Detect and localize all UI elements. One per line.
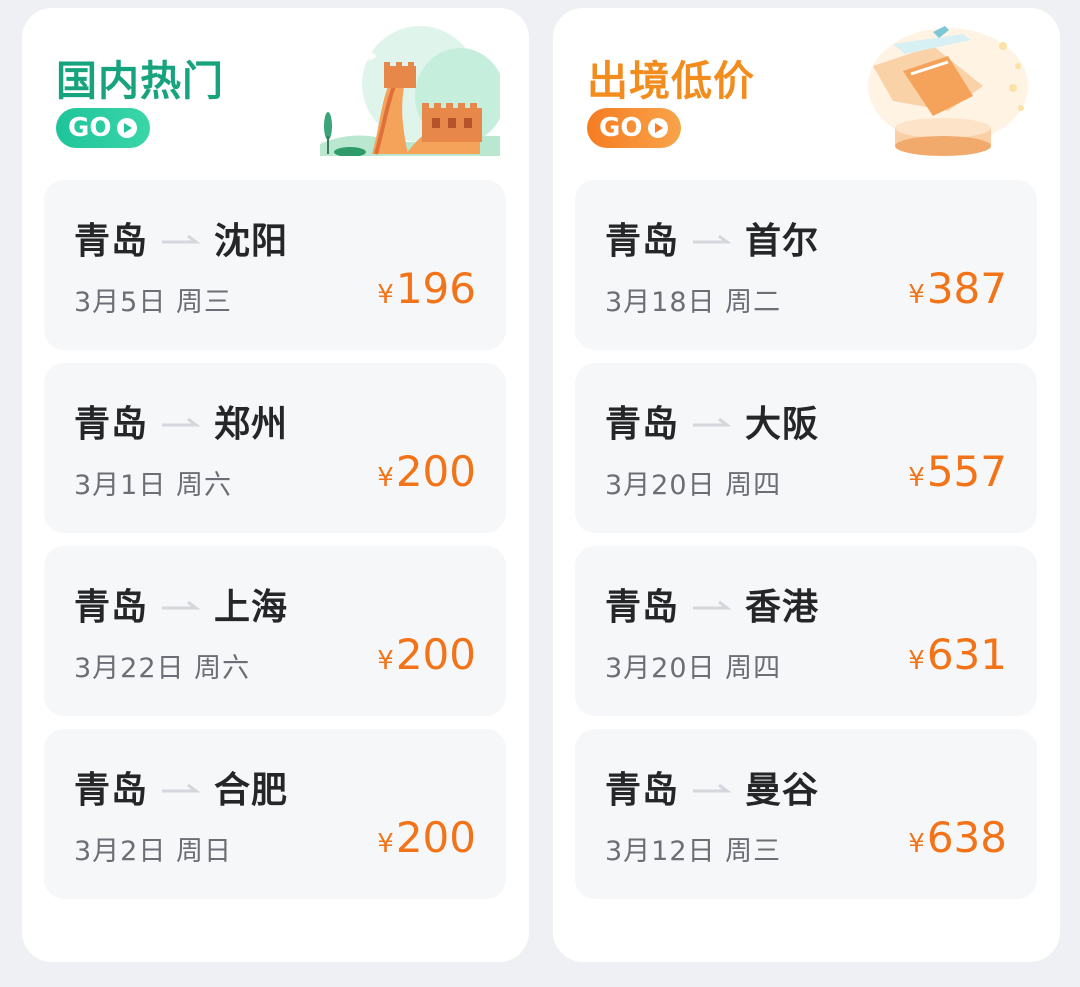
route-title: 青岛 首尔 — [605, 214, 819, 262]
route-title: 青岛 香港 — [605, 580, 819, 628]
go-button-label: GO — [599, 113, 643, 143]
price-amount: 631 — [926, 630, 1007, 679]
currency-symbol: ¥ — [377, 463, 394, 493]
departure-date: 3月20日 周四 — [605, 653, 782, 684]
price: ¥ 631 — [908, 630, 1007, 679]
origin-city: 青岛 — [605, 221, 680, 262]
price-amount: 557 — [926, 447, 1007, 496]
price: ¥ 200 — [377, 447, 476, 496]
route-card[interactable]: 青岛 大阪 3月20日 周四 ¥ 557 — [575, 363, 1037, 533]
origin-city: 青岛 — [74, 404, 149, 445]
currency-symbol: ¥ — [377, 829, 394, 859]
panel-title: 出境低价 — [587, 57, 755, 105]
arrow-right-icon — [693, 600, 732, 610]
currency-symbol: ¥ — [908, 646, 925, 676]
arrow-right-icon — [693, 417, 732, 427]
arrow-right-icon — [162, 783, 201, 793]
departure-date: 3月2日 周日 — [74, 836, 232, 867]
price: ¥ 200 — [377, 813, 476, 862]
arrow-right-icon — [162, 417, 201, 427]
price-amount: 200 — [395, 630, 476, 679]
price-amount: 196 — [395, 264, 476, 313]
route-title: 青岛 大阪 — [605, 397, 819, 445]
price-amount: 638 — [926, 813, 1007, 862]
destination-city: 香港 — [745, 587, 820, 628]
currency-symbol: ¥ — [908, 829, 925, 859]
departure-date: 3月18日 周二 — [605, 287, 782, 318]
destination-city: 郑州 — [214, 404, 289, 445]
origin-city: 青岛 — [74, 221, 149, 262]
play-triangle-icon — [648, 118, 669, 138]
price: ¥ 638 — [908, 813, 1007, 862]
international-low-price-panel: 出境低价 GO 青岛 首尔 3月18日 周二 ¥ 387 青岛 大阪 3月20日… — [553, 8, 1060, 962]
arrow-right-icon — [693, 234, 732, 244]
origin-city: 青岛 — [605, 587, 680, 628]
price: ¥ 200 — [377, 630, 476, 679]
route-card[interactable]: 青岛 合肥 3月2日 周日 ¥ 200 — [44, 729, 506, 899]
destination-city: 合肥 — [214, 770, 289, 811]
panel-title: 国内热门 — [56, 57, 224, 105]
price: ¥ 196 — [377, 264, 476, 313]
arrow-right-icon — [693, 783, 732, 793]
price-amount: 200 — [395, 813, 476, 862]
route-card[interactable]: 青岛 郑州 3月1日 周六 ¥ 200 — [44, 363, 506, 533]
destination-city: 上海 — [214, 587, 289, 628]
destination-city: 曼谷 — [745, 770, 820, 811]
route-title: 青岛 沈阳 — [74, 214, 288, 262]
great-wall-illustration — [320, 26, 500, 156]
route-title: 青岛 曼谷 — [605, 763, 819, 811]
domestic-hot-panel: 国内热门 GO 青岛 沈阳 3月5日 周三 ¥ 196 青岛 郑州 3月1日 周… — [22, 8, 529, 962]
go-button[interactable]: GO — [56, 108, 150, 148]
origin-city: 青岛 — [605, 404, 680, 445]
route-title: 青岛 上海 — [74, 580, 288, 628]
origin-city: 青岛 — [605, 770, 680, 811]
departure-date: 3月22日 周六 — [74, 653, 251, 684]
currency-symbol: ¥ — [377, 646, 394, 676]
destination-city: 大阪 — [745, 404, 820, 445]
route-title: 青岛 郑州 — [74, 397, 288, 445]
currency-symbol: ¥ — [908, 463, 925, 493]
route-card[interactable]: 青岛 首尔 3月18日 周二 ¥ 387 — [575, 180, 1037, 350]
destination-city: 沈阳 — [214, 221, 289, 262]
departure-date: 3月12日 周三 — [605, 836, 782, 867]
route-card[interactable]: 青岛 沈阳 3月5日 周三 ¥ 196 — [44, 180, 506, 350]
price-amount: 387 — [926, 264, 1007, 313]
departure-date: 3月20日 周四 — [605, 470, 782, 501]
currency-symbol: ¥ — [908, 280, 925, 310]
arrow-right-icon — [162, 234, 201, 244]
destination-city: 首尔 — [745, 221, 820, 262]
price: ¥ 387 — [908, 264, 1007, 313]
price: ¥ 557 — [908, 447, 1007, 496]
go-button-label: GO — [68, 113, 112, 143]
price-amount: 200 — [395, 447, 476, 496]
origin-city: 青岛 — [74, 770, 149, 811]
currency-symbol: ¥ — [377, 280, 394, 310]
departure-date: 3月1日 周六 — [74, 470, 232, 501]
airplane-illustration — [868, 26, 1028, 156]
route-card[interactable]: 青岛 曼谷 3月12日 周三 ¥ 638 — [575, 729, 1037, 899]
route-title: 青岛 合肥 — [74, 763, 288, 811]
departure-date: 3月5日 周三 — [74, 287, 232, 318]
go-button[interactable]: GO — [587, 108, 681, 148]
route-card[interactable]: 青岛 上海 3月22日 周六 ¥ 200 — [44, 546, 506, 716]
play-triangle-icon — [117, 118, 138, 138]
origin-city: 青岛 — [74, 587, 149, 628]
route-card[interactable]: 青岛 香港 3月20日 周四 ¥ 631 — [575, 546, 1037, 716]
arrow-right-icon — [162, 600, 201, 610]
